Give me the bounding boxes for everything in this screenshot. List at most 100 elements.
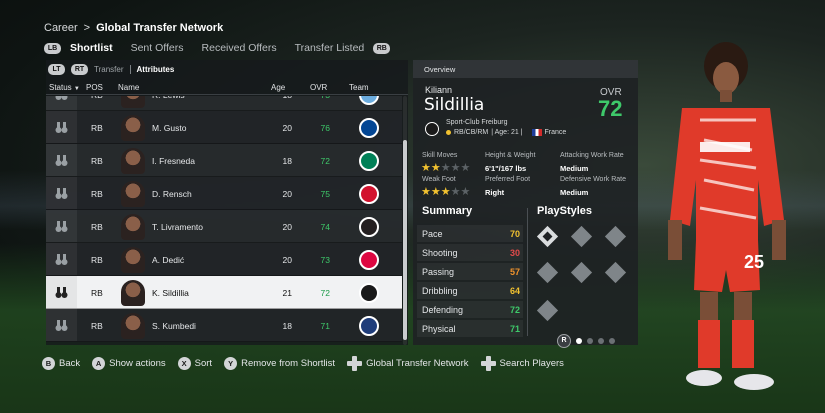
subtab-divider: [129, 64, 131, 74]
scrollbar[interactable]: [403, 96, 407, 345]
hint-search-players[interactable]: Search Players: [480, 356, 564, 371]
binoculars-icon: [55, 96, 68, 100]
subtab-attributes[interactable]: Attributes: [137, 65, 175, 74]
section-divider: [527, 208, 528, 336]
preferred-foot-value: Right: [485, 188, 505, 197]
playstyle-icon[interactable]: [604, 225, 627, 248]
scrollbar-thumb[interactable]: [403, 140, 407, 340]
stat-label: Passing: [422, 267, 455, 277]
team-crest-icon: [359, 96, 379, 105]
binoculars-icon: [55, 188, 68, 199]
player-figure: 25: [668, 42, 786, 390]
breadcrumb-root[interactable]: Career: [44, 22, 78, 34]
table-row[interactable]: RB A. Dedić 20 73: [46, 243, 402, 276]
playstyle-icon[interactable]: [536, 299, 559, 322]
rb-bumper-icon[interactable]: RB: [373, 42, 391, 54]
page-dot[interactable]: [587, 338, 593, 344]
row-age: 21: [282, 288, 292, 298]
playstyle-icon[interactable]: [570, 225, 593, 248]
tab-sent-offers[interactable]: Sent Offers: [131, 42, 184, 54]
column-header-ovr[interactable]: OVR: [310, 83, 327, 92]
status-cell: [46, 111, 77, 143]
rt-trigger-icon[interactable]: RT: [71, 63, 88, 75]
france-flag-icon: [531, 129, 542, 136]
stat-value: 30: [509, 248, 520, 258]
tab-bar: LB Shortlist Sent Offers Received Offers…: [44, 42, 391, 54]
row-position: RB: [91, 222, 103, 232]
row-player-name: R. Lewis: [152, 96, 185, 100]
star-icon: ★: [421, 162, 431, 174]
table-row[interactable]: RB T. Livramento 20 74: [46, 210, 402, 243]
chevron-right-icon: >: [83, 22, 91, 34]
page-dot[interactable]: [576, 338, 582, 344]
star-icon: ★: [421, 186, 431, 198]
column-header-name[interactable]: Name: [118, 83, 139, 92]
subtab-transfer[interactable]: Transfer: [94, 65, 124, 74]
player-render: 25: [668, 42, 786, 390]
binoculars-icon: [55, 221, 68, 232]
column-header-pos[interactable]: POS: [86, 83, 103, 92]
playstyle-icon[interactable]: [536, 261, 559, 284]
row-age: 20: [282, 222, 292, 232]
player-face-avatar: [121, 313, 145, 339]
row-position: RB: [91, 321, 103, 331]
row-position: RB: [91, 189, 103, 199]
preferred-foot-label: Preferred Foot: [485, 176, 531, 183]
row-ovr: 73: [314, 96, 330, 100]
row-age: 20: [282, 189, 292, 199]
lb-bumper-icon[interactable]: LB: [44, 42, 61, 54]
stat-label: Dribbling: [422, 286, 458, 296]
player-face-avatar: [121, 247, 145, 273]
column-header-team[interactable]: Team: [349, 83, 369, 92]
summary-stat-row: Defending 72: [417, 301, 523, 319]
playstyle-icon[interactable]: [604, 261, 627, 284]
table-row[interactable]: RB I. Fresneda 18 72: [46, 144, 402, 177]
table-row[interactable]: RB S. Kumbedi 18 71: [46, 309, 402, 342]
table-row[interactable]: RB R. Lewis 18 73: [46, 96, 402, 111]
lt-trigger-icon[interactable]: LT: [48, 63, 65, 75]
hint-remove-from-shortlist[interactable]: Y Remove from Shortlist: [224, 357, 335, 370]
sort-arrow-icon: ▼: [73, 86, 80, 92]
table-row[interactable]: RB M. Gusto 20 76: [46, 111, 402, 144]
tab-transfer-listed[interactable]: Transfer Listed: [295, 42, 365, 54]
hint-show-actions[interactable]: A Show actions: [92, 357, 166, 370]
button-hints-bar: B Back A Show actions X Sort Y Remove from Shor…: [42, 356, 576, 371]
status-cell: [46, 210, 77, 242]
page-dot[interactable]: [598, 338, 604, 344]
defensive-work-rate-value: Medium: [560, 188, 589, 197]
row-player-name: S. Kumbedi: [152, 321, 196, 331]
column-status-label: Status: [49, 83, 72, 92]
row-age: 20: [282, 123, 292, 133]
status-cell: [46, 243, 77, 275]
status-cell: [46, 144, 77, 176]
page-dot[interactable]: [609, 338, 615, 344]
hint-back[interactable]: B Back: [42, 357, 80, 370]
row-position: RB: [91, 255, 103, 265]
playstyle-icon[interactable]: [570, 261, 593, 284]
ovr-value: 72: [598, 96, 623, 121]
player-info-line: RB/CB/RM | Age: 21 | France: [446, 129, 566, 136]
tab-received-offers[interactable]: Received Offers: [202, 42, 277, 54]
column-header-age[interactable]: Age: [271, 83, 285, 92]
defensive-work-rate-label: Defensive Work Rate: [560, 176, 627, 183]
star-icon: ★: [430, 186, 441, 198]
tab-shortlist[interactable]: Shortlist: [70, 42, 113, 54]
row-age: 18: [282, 156, 292, 166]
hint-sort[interactable]: X Sort: [177, 357, 212, 370]
hint-global-transfer-network[interactable]: Global Transfer Network: [347, 356, 469, 371]
team-crest-icon: [359, 151, 379, 171]
playstyle-icon-active[interactable]: [536, 225, 559, 248]
star-icon: ★: [440, 162, 451, 174]
team-crest-icon: [359, 118, 379, 138]
stat-label: Defending: [422, 305, 464, 315]
row-ovr: 76: [320, 123, 330, 133]
skill-moves-stars: ★★★★★: [421, 161, 470, 174]
row-player-name: T. Livramento: [152, 222, 204, 232]
table-row[interactable]: RB D. Rensch 20 75: [46, 177, 402, 210]
dpad-icon: [480, 356, 496, 371]
table-row[interactable]: RB K. Sildillia 21 72: [46, 276, 402, 309]
player-face-avatar: [121, 214, 145, 240]
column-header-status[interactable]: Status ▼: [49, 83, 80, 92]
stat-value: 71: [509, 324, 520, 334]
r-stick-button-icon[interactable]: R: [557, 334, 571, 348]
